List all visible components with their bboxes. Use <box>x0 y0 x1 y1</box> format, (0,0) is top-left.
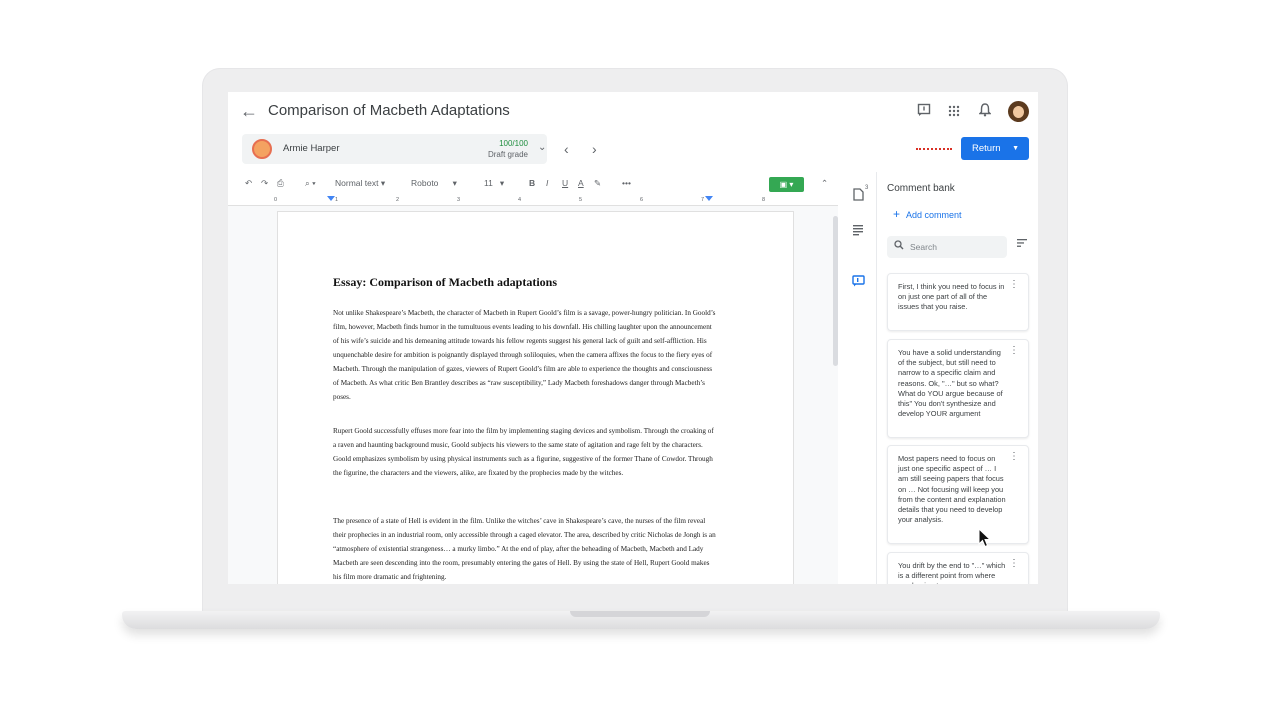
add-comment-label: Add comment <box>906 210 962 220</box>
rubric-list-icon[interactable] <box>850 224 866 240</box>
chevron-down-icon[interactable]: ⌄ <box>538 142 546 153</box>
search-placeholder: Search <box>910 242 937 252</box>
apps-grid-icon[interactable] <box>945 103 963 121</box>
ruler-mark: 6 <box>640 197 644 203</box>
comment-card[interactable]: Most papers need to focus on just one sp… <box>887 445 1029 544</box>
collapse-icon[interactable]: ⌃ <box>821 178 828 189</box>
ruler: 0 1 2 3 4 5 6 7 8 <box>228 196 838 206</box>
bold-button[interactable]: B <box>529 178 535 188</box>
size-label: 11 <box>484 178 493 188</box>
search-icon <box>894 236 904 258</box>
student-name: Armie Harper <box>283 143 340 154</box>
notifications-bell-icon[interactable] <box>976 103 994 121</box>
highlight-pen-icon[interactable]: ✎ <box>594 178 601 189</box>
draft-grade-label: Draft grade <box>487 150 528 159</box>
underline-button[interactable]: U <box>562 178 568 188</box>
student-selector[interactable]: Armie Harper 100/100 Draft grade ⌄ <box>242 134 547 164</box>
mouse-pointer-icon <box>978 528 992 548</box>
comment-text: You drift by the end to "…" which is a d… <box>898 561 1006 584</box>
file-count-badge: 3 <box>865 185 869 191</box>
file-icon[interactable] <box>850 188 866 204</box>
feedback-icon[interactable] <box>915 103 933 121</box>
grading-mode-button[interactable]: ▣ ▾ <box>769 177 804 192</box>
ruler-mark: 0 <box>274 197 278 203</box>
back-arrow-icon[interactable]: ← <box>240 101 258 122</box>
style-label: Normal text <box>335 178 379 188</box>
size-dropdown[interactable]: 11 ▾ <box>484 178 504 189</box>
screen: ← Comparison of Macbeth Adaptations Armi… <box>228 92 1038 584</box>
student-grade: 100/100 <box>499 139 528 148</box>
comment-text: Most papers need to focus on just one sp… <box>898 454 1006 525</box>
laptop-notch <box>570 611 710 617</box>
ruler-mark: 5 <box>579 197 583 203</box>
text-color-button[interactable]: A <box>578 178 584 188</box>
user-avatar[interactable] <box>1008 101 1029 122</box>
left-indent-marker[interactable] <box>327 196 335 201</box>
document-paragraph: Rupert Goold successfully effuses more f… <box>333 427 714 477</box>
document-page[interactable]: Essay: Comparison of Macbeth adaptations… <box>277 211 794 584</box>
student-avatar <box>252 139 272 159</box>
comment-bank-icon[interactable] <box>850 275 866 291</box>
document-scrollbar[interactable] <box>833 216 838 366</box>
next-student-icon[interactable]: › <box>592 141 597 157</box>
page-title: Comparison of Macbeth Adaptations <box>268 102 510 119</box>
ruler-mark: 4 <box>518 197 522 203</box>
editor-toolbar: ↶ ↷ ⎙ ⌕ ▾ Normal text ▾ Roboto ▾ 11 ▾ B … <box>228 174 838 194</box>
font-dropdown[interactable]: Roboto ▾ <box>411 178 457 189</box>
more-vert-icon[interactable]: ⋮ <box>1009 558 1019 569</box>
ruler-mark: 2 <box>396 197 400 203</box>
ruler-mark: 8 <box>762 197 766 203</box>
comment-text: You have a solid understanding of the su… <box>898 348 1003 419</box>
document-title: Essay: Comparison of Macbeth adaptations <box>333 275 558 289</box>
more-vert-icon[interactable]: ⋮ <box>1009 279 1019 290</box>
undo-icon[interactable]: ↶ <box>245 178 252 189</box>
annotation-scribble <box>916 144 952 150</box>
italic-button[interactable]: I <box>546 178 548 188</box>
add-comment-button[interactable]: + Add comment <box>893 207 962 221</box>
return-button[interactable]: Return ▼ <box>961 137 1029 160</box>
plus-icon: + <box>893 207 901 221</box>
return-label: Return <box>972 143 1001 154</box>
caret-down-icon[interactable]: ▼ <box>1012 137 1019 160</box>
more-options-button[interactable]: ••• <box>622 178 631 188</box>
redo-icon[interactable]: ↷ <box>261 178 268 189</box>
ruler-mark: 7 <box>701 197 705 203</box>
ruler-mark: 3 <box>457 197 461 203</box>
sort-icon[interactable] <box>1017 239 1027 249</box>
right-indent-marker[interactable] <box>705 196 713 201</box>
comment-card[interactable]: You drift by the end to "…" which is a d… <box>887 552 1029 584</box>
comment-bank-title: Comment bank <box>887 183 955 194</box>
comment-card[interactable]: You have a solid understanding of the su… <box>887 339 1029 438</box>
document-paragraph: The presence of a state of Hell is evide… <box>333 517 716 581</box>
document-area: Essay: Comparison of Macbeth adaptations… <box>228 206 838 584</box>
comment-search-input[interactable]: Search <box>887 236 1007 258</box>
ruler-mark: 1 <box>335 197 339 203</box>
zoom-icon[interactable]: ⌕ ▾ <box>305 178 316 189</box>
document-paragraph: Not unlike Shakespeare’s Macbeth, the ch… <box>333 309 716 401</box>
style-dropdown[interactable]: Normal text ▾ <box>335 178 385 189</box>
comment-card[interactable]: First, I think you need to focus in on j… <box>887 273 1029 331</box>
app-header: ← Comparison of Macbeth Adaptations <box>228 92 1038 132</box>
previous-student-icon[interactable]: ‹ <box>564 141 569 157</box>
comment-bank-panel: Comment bank + Add comment Search First, … <box>876 172 1038 584</box>
comment-text: First, I think you need to focus in on j… <box>898 282 1005 312</box>
print-icon[interactable]: ⎙ <box>277 178 284 189</box>
more-vert-icon[interactable]: ⋮ <box>1009 345 1019 356</box>
font-label: Roboto <box>411 178 439 188</box>
more-vert-icon[interactable]: ⋮ <box>1009 451 1019 462</box>
